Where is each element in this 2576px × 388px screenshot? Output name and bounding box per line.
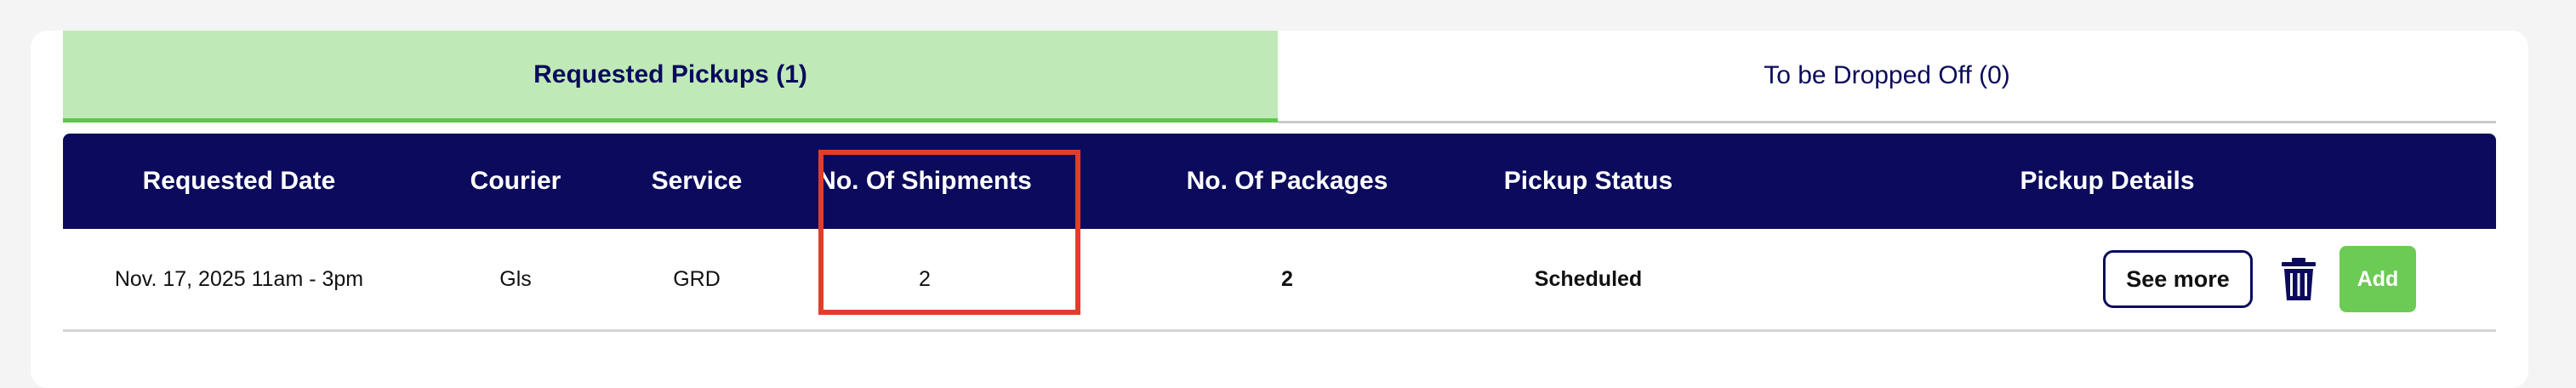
header-service: Service bbox=[651, 167, 743, 195]
header-pickup-details: Pickup Details bbox=[2020, 167, 2195, 195]
pickups-card: Requested Pickups (1) To be Dropped Off … bbox=[31, 31, 2528, 388]
table-header: Requested Date Courier Service No. Of Sh… bbox=[63, 134, 2496, 229]
cell-courier: Gls bbox=[499, 266, 532, 291]
cell-requested-date: Nov. 17, 2025 11am - 3pm bbox=[114, 266, 364, 291]
table-row: Nov. 17, 2025 11am - 3pm Gls GRD 2 2 Sch… bbox=[63, 229, 2496, 332]
cell-pickup-status: Scheduled bbox=[1534, 266, 1643, 291]
tabs-bar: Requested Pickups (1) To be Dropped Off … bbox=[63, 31, 2496, 123]
header-no-of-shipments: No. Of Shipments bbox=[818, 167, 1032, 195]
add-button[interactable]: Add bbox=[2339, 246, 2416, 312]
cell-service: GRD bbox=[673, 266, 721, 291]
header-pickup-status: Pickup Status bbox=[1503, 167, 1673, 195]
cell-no-of-shipments: 2 bbox=[919, 266, 931, 291]
tab-to-be-dropped-off[interactable]: To be Dropped Off (0) bbox=[1278, 31, 2496, 123]
pickups-table: Requested Date Courier Service No. Of Sh… bbox=[63, 134, 2496, 332]
cell-no-of-packages: 2 bbox=[1281, 266, 1293, 291]
header-courier: Courier bbox=[470, 167, 561, 195]
see-more-button[interactable]: See more bbox=[2103, 250, 2253, 308]
tab-requested-pickups[interactable]: Requested Pickups (1) bbox=[63, 31, 1278, 123]
header-requested-date: Requested Date bbox=[142, 167, 336, 195]
trash-icon[interactable] bbox=[2278, 254, 2319, 305]
pickup-details-actions: See more Add bbox=[2103, 229, 2416, 329]
header-no-of-packages: No. Of Packages bbox=[1186, 167, 1388, 195]
